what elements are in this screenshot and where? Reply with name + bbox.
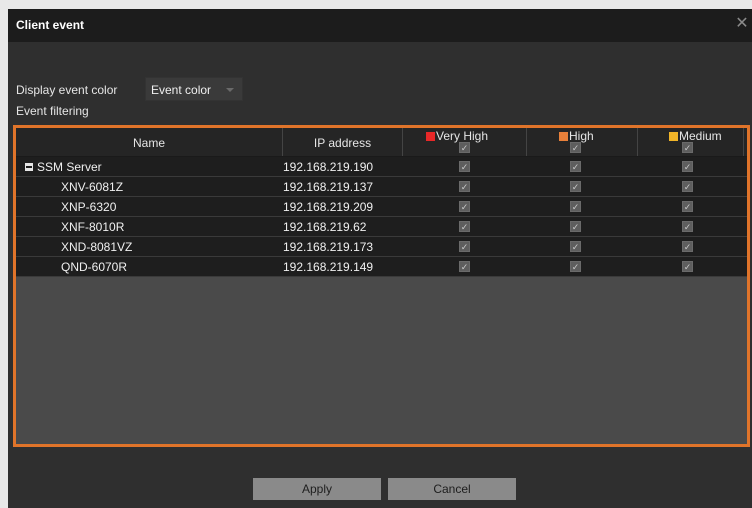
medium-checkbox[interactable]: ✓ <box>682 221 693 232</box>
grid-body: SSM Server 192.168.219.190 ✓ ✓ ✓ XNV-6081Z 192… <box>16 157 747 277</box>
table-row[interactable]: XNF-8010R 192.168.219.62 ✓ ✓ ✓ <box>16 217 747 237</box>
collapse-icon[interactable] <box>25 163 33 171</box>
dialog-title: Client event <box>16 18 85 32</box>
high-checkbox[interactable]: ✓ <box>570 201 581 212</box>
medium-checkbox[interactable]: ✓ <box>682 241 693 252</box>
table-row[interactable]: XNV-6081Z 192.168.219.137 ✓ ✓ ✓ <box>16 177 747 197</box>
ip-address: 192.168.219.209 <box>283 200 374 214</box>
device-name: XND-8081VZ <box>61 240 133 254</box>
high-header-checkbox[interactable]: ✓ <box>570 142 581 153</box>
table-row[interactable]: XND-8081VZ 192.168.219.173 ✓ ✓ ✓ <box>16 237 747 257</box>
event-color-dropdown[interactable]: Event color <box>145 77 243 101</box>
medium-checkbox[interactable]: ✓ <box>682 161 693 172</box>
very-high-checkbox[interactable]: ✓ <box>459 201 470 212</box>
very-high-checkbox[interactable]: ✓ <box>459 241 470 252</box>
column-header-ip[interactable]: IP address <box>283 128 403 156</box>
chevron-down-icon <box>226 88 234 92</box>
high-checkbox[interactable]: ✓ <box>570 181 581 192</box>
high-checkbox[interactable]: ✓ <box>570 261 581 272</box>
device-name: QND-6070R <box>61 260 128 274</box>
column-header-very-high: Very High ✓ <box>403 128 527 156</box>
very-high-header-checkbox[interactable]: ✓ <box>459 142 470 153</box>
ip-address: 192.168.219.62 <box>283 220 367 234</box>
very-high-checkbox[interactable]: ✓ <box>459 161 470 172</box>
medium-color-swatch <box>669 132 678 141</box>
title-bar: Client event ✕ <box>8 9 752 42</box>
table-row[interactable]: QND-6070R 192.168.219.149 ✓ ✓ ✓ <box>16 257 747 277</box>
ip-address: 192.168.219.190 <box>283 160 374 174</box>
medium-checkbox[interactable]: ✓ <box>682 261 693 272</box>
ip-address: 192.168.219.149 <box>283 260 374 274</box>
table-row[interactable]: XNP-6320 192.168.219.209 ✓ ✓ ✓ <box>16 197 747 217</box>
grid-header: Name IP address Very High ✓ High ✓ Mediu… <box>16 128 747 157</box>
device-name: XNV-6081Z <box>61 180 124 194</box>
device-name: XNP-6320 <box>61 200 117 214</box>
display-event-color-label: Display event color <box>16 83 118 97</box>
column-header-high: High ✓ <box>527 128 638 156</box>
event-filtering-label: Event filtering <box>16 104 89 118</box>
medium-header-checkbox[interactable]: ✓ <box>682 142 693 153</box>
medium-checkbox[interactable]: ✓ <box>682 201 693 212</box>
ip-address: 192.168.219.173 <box>283 240 374 254</box>
device-name: XNF-8010R <box>61 220 125 234</box>
very-high-color-swatch <box>426 132 435 141</box>
very-high-checkbox[interactable]: ✓ <box>459 181 470 192</box>
high-checkbox[interactable]: ✓ <box>570 161 581 172</box>
high-color-swatch <box>559 132 568 141</box>
dropdown-value: Event color <box>151 83 212 97</box>
client-event-dialog: Client event ✕ Display event color Event… <box>8 9 752 508</box>
close-icon[interactable]: ✕ <box>732 13 752 35</box>
column-header-medium: Medium ✓ <box>638 128 744 156</box>
medium-checkbox[interactable]: ✓ <box>682 181 693 192</box>
cancel-button[interactable]: Cancel <box>388 478 516 500</box>
very-high-checkbox[interactable]: ✓ <box>459 221 470 232</box>
column-header-name[interactable]: Name <box>16 128 283 156</box>
event-filter-grid: Name IP address Very High ✓ High ✓ Mediu… <box>13 125 750 447</box>
apply-button[interactable]: Apply <box>253 478 381 500</box>
table-row[interactable]: SSM Server 192.168.219.190 ✓ ✓ ✓ <box>16 157 747 177</box>
high-checkbox[interactable]: ✓ <box>570 241 581 252</box>
very-high-checkbox[interactable]: ✓ <box>459 261 470 272</box>
ip-address: 192.168.219.137 <box>283 180 374 194</box>
high-checkbox[interactable]: ✓ <box>570 221 581 232</box>
device-name: SSM Server <box>25 160 102 174</box>
